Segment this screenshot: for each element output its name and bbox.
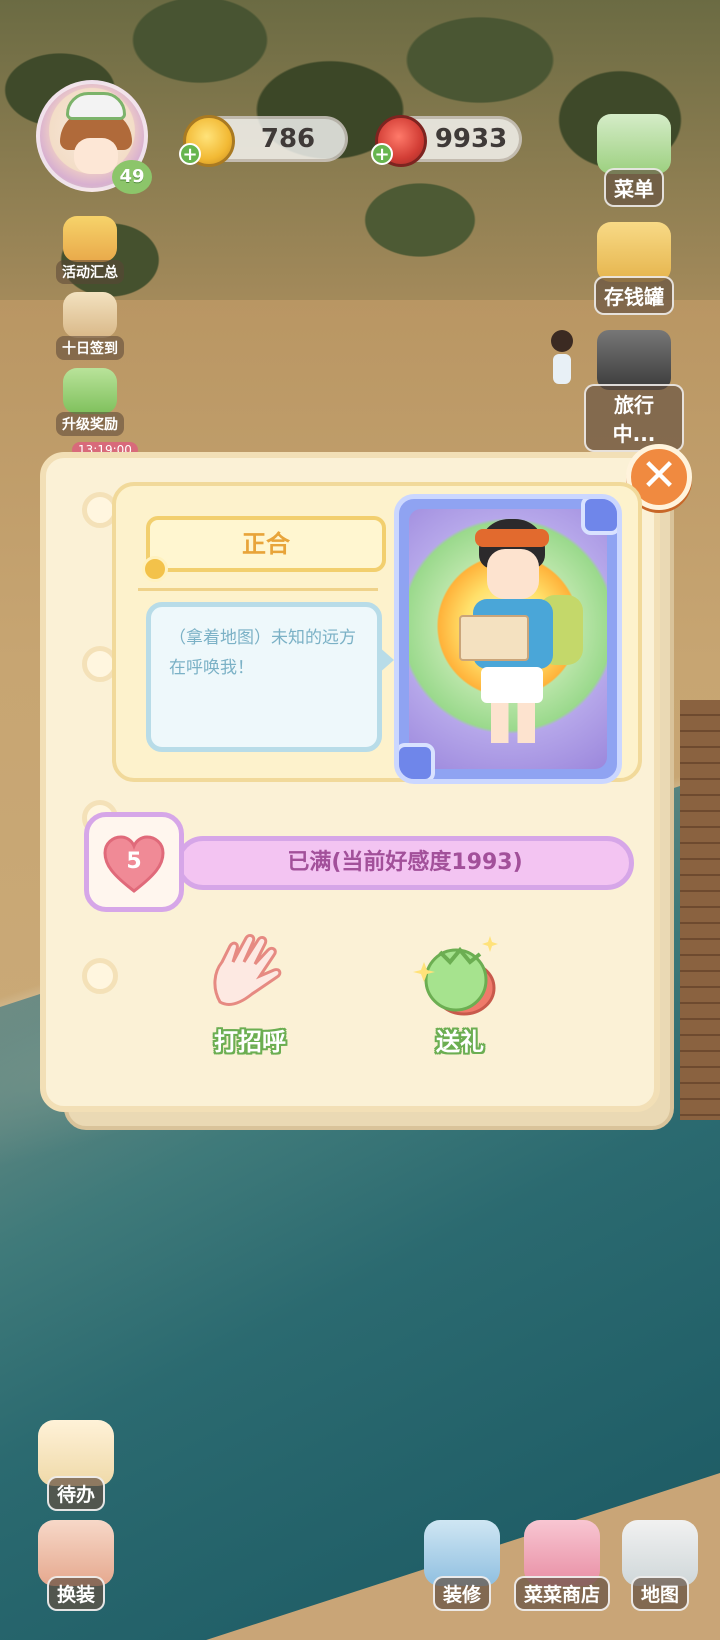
shorts — [481, 667, 543, 703]
portrait-corner-icon — [399, 743, 435, 779]
map-label: 地图 — [630, 1576, 689, 1611]
shop-label: 菜菜商店 — [513, 1576, 610, 1611]
favor-status-bar: 已满(当前好感度1993) — [176, 836, 634, 890]
ten-day-checkin-icon — [63, 292, 117, 338]
avatar-hat — [66, 92, 126, 120]
ten-day-checkin-label: 十日签到 — [56, 336, 124, 360]
favor-level-value: 5 — [126, 849, 142, 874]
character-portrait — [394, 494, 622, 784]
camera-icon — [597, 330, 671, 390]
piggy-bank-label: 存钱罐 — [594, 276, 674, 315]
todo-button[interactable]: 待办 — [30, 1420, 122, 1511]
greet-label: 打招呼 — [214, 1028, 286, 1056]
menu-icon — [597, 114, 671, 174]
binder-ring-icon — [82, 958, 118, 994]
heart-icon: 5 — [103, 835, 165, 893]
speech-bubble: （拿着地图）未知的远方在呼唤我！ — [146, 602, 382, 752]
visitor-head — [551, 330, 573, 352]
menu-button[interactable]: 菜单 — [584, 114, 684, 207]
ten-day-checkin-button[interactable]: 十日签到 — [50, 292, 130, 360]
levelup-reward-button[interactable]: 升级奖励 — [50, 368, 130, 436]
piggy-bank-button[interactable]: 存钱罐 — [584, 222, 684, 315]
traveler-character — [459, 519, 583, 749]
piggy-bank-icon — [597, 222, 671, 282]
decorate-label: 装修 — [432, 1576, 491, 1611]
coin-value: 786 — [260, 124, 316, 154]
todo-label: 待办 — [46, 1476, 105, 1511]
name-dot-icon — [142, 556, 168, 582]
beach-visitor[interactable] — [550, 330, 574, 386]
avatar-face — [74, 138, 118, 174]
visitor-body — [553, 354, 571, 384]
shop-button[interactable]: 菜菜商店 — [510, 1520, 614, 1611]
gift-icon — [410, 932, 510, 1022]
character-name: 正合 — [146, 516, 386, 572]
legs — [491, 703, 535, 743]
meat-counter[interactable]: + 9933 — [371, 115, 522, 167]
levelup-reward-label: 升级奖励 — [56, 412, 124, 436]
sunglasses-icon — [475, 529, 549, 547]
wooden-dock — [680, 700, 720, 1120]
favor-row: 已满(当前好感度1993) 5 — [84, 812, 644, 912]
gift-label: 送礼 — [436, 1028, 484, 1056]
meat-value: 9933 — [434, 124, 508, 154]
character-dialog: ✕ 正合 （拿着地图）未知的远方在呼唤我！ 已满(当前好感度1993) 5 打招… — [40, 444, 692, 1132]
portrait-corner-icon — [581, 499, 617, 535]
favor-level-box: 5 — [84, 812, 184, 912]
coin-counter[interactable]: + 786 — [179, 115, 348, 167]
dress-up-label: 换装 — [46, 1576, 105, 1611]
player-level-badge: 49 — [112, 160, 152, 194]
traveling-label: 旅行中... — [584, 384, 684, 452]
gift-button[interactable]: 送礼 — [400, 932, 520, 1057]
levelup-reward-icon — [63, 368, 117, 414]
map-button[interactable]: 地图 — [614, 1520, 706, 1611]
add-coin-icon[interactable]: + — [179, 143, 201, 165]
menu-label: 菜单 — [604, 168, 664, 207]
greet-button[interactable]: 打招呼 — [190, 932, 310, 1057]
add-meat-icon[interactable]: + — [371, 143, 393, 165]
character-info-panel: 正合 （拿着地图）未知的远方在呼唤我！ — [112, 482, 642, 784]
divider — [138, 588, 378, 591]
decorate-button[interactable]: 装修 — [416, 1520, 508, 1611]
speech-tail — [378, 646, 394, 674]
wave-hand-icon — [200, 932, 300, 1022]
dress-up-button[interactable]: 换装 — [30, 1520, 122, 1611]
face — [487, 549, 539, 599]
map-prop — [459, 615, 529, 661]
event-summary-button[interactable]: 活动汇总 — [50, 216, 130, 284]
traveling-button[interactable]: 旅行中... — [584, 330, 684, 452]
event-summary-label: 活动汇总 — [56, 260, 124, 284]
event-summary-icon — [63, 216, 117, 262]
